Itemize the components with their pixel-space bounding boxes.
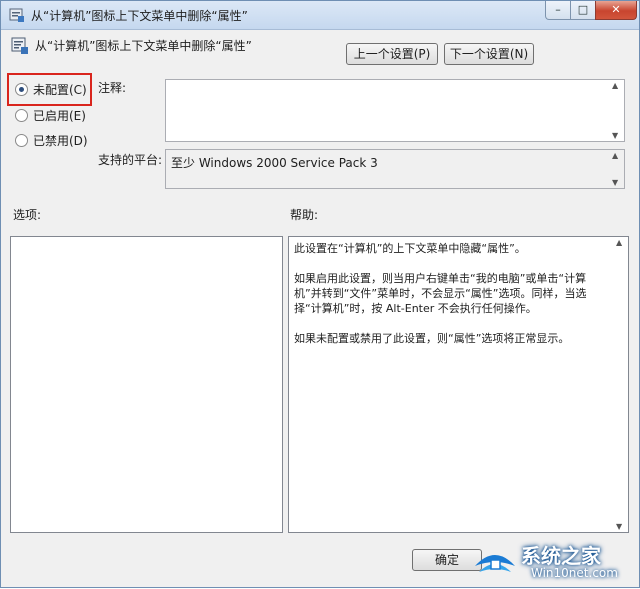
scroll-down-arrow-icon[interactable]: ▼ bbox=[616, 522, 622, 531]
radio-button[interactable] bbox=[15, 83, 28, 96]
maximize-button[interactable]: □ bbox=[570, 1, 596, 20]
radio-button[interactable] bbox=[15, 134, 28, 147]
scrollbar[interactable]: ▲ ▼ bbox=[613, 237, 628, 532]
scroll-up-arrow-icon[interactable]: ▲ bbox=[612, 81, 618, 90]
help-paragraph: 如果未配置或禁用了此设置，则“属性”选项将正常显示。 bbox=[294, 332, 570, 345]
scroll-up-arrow-icon[interactable]: ▲ bbox=[612, 151, 618, 160]
comment-label: 注释: bbox=[98, 81, 127, 95]
scroll-up-arrow-icon[interactable]: ▲ bbox=[616, 238, 622, 247]
scroll-down-arrow-icon[interactable]: ▼ bbox=[612, 131, 618, 140]
watermark-url: Win10net.com bbox=[531, 566, 618, 580]
minimize-button[interactable]: – bbox=[545, 1, 571, 20]
help-paragraph: 如果启用此设置，则当用户右键单击“我的电脑”或单击“计算机”并转到“文件”菜单时… bbox=[294, 272, 587, 315]
window-title: 从“计算机”图标上下文菜单中删除“属性” bbox=[31, 9, 248, 23]
win10net-logo bbox=[475, 555, 515, 572]
scroll-down-arrow-icon[interactable]: ▼ bbox=[612, 178, 618, 187]
radio-label: 已启用(E) bbox=[33, 109, 86, 123]
policy-setting-window: 从“计算机”图标上下文菜单中删除“属性” – □ ✕ 从“计算机”图标上下文菜单… bbox=[0, 0, 640, 588]
next-setting-button[interactable]: 下一个设置(N) bbox=[444, 43, 534, 65]
title-bar[interactable]: 从“计算机”图标上下文菜单中删除“属性” – □ ✕ bbox=[1, 1, 639, 30]
help-panel[interactable]: 此设置在“计算机”的上下文菜单中隐藏“属性”。 如果启用此设置，则当用户右键单击… bbox=[288, 236, 629, 533]
policy-icon bbox=[11, 37, 28, 54]
previous-setting-button[interactable]: 上一个设置(P) bbox=[346, 43, 438, 65]
help-paragraph: 此设置在“计算机”的上下文菜单中隐藏“属性”。 bbox=[294, 242, 526, 255]
scrollbar[interactable]: ▲ ▼ bbox=[609, 80, 624, 141]
radio-not-configured[interactable]: 未配置(C) bbox=[15, 81, 87, 99]
close-button[interactable]: ✕ bbox=[595, 1, 637, 20]
radio-label: 已禁用(D) bbox=[33, 134, 88, 148]
help-label: 帮助: bbox=[290, 208, 319, 222]
radio-label: 未配置(C) bbox=[33, 83, 87, 97]
scrollbar[interactable]: ▲ ▼ bbox=[609, 150, 624, 188]
comment-textarea[interactable]: ▲ ▼ bbox=[165, 79, 625, 142]
watermark: 系统之家 Win10net.com bbox=[471, 532, 640, 589]
help-text: 此设置在“计算机”的上下文菜单中隐藏“属性”。 如果启用此设置，则当用户右键单击… bbox=[294, 241, 609, 361]
radio-enabled[interactable]: 已启用(E) bbox=[15, 107, 86, 125]
options-label: 选项: bbox=[13, 208, 42, 222]
watermark-title: 系统之家 bbox=[521, 544, 601, 568]
radio-button[interactable] bbox=[15, 109, 28, 122]
platform-value: 至少 Windows 2000 Service Pack 3 bbox=[171, 156, 378, 170]
radio-disabled[interactable]: 已禁用(D) bbox=[15, 132, 88, 150]
platform-field: 至少 Windows 2000 Service Pack 3 ▲ ▼ bbox=[165, 149, 625, 189]
setting-title: 从“计算机”图标上下文菜单中删除“属性” bbox=[35, 39, 252, 53]
options-panel[interactable] bbox=[10, 236, 283, 533]
policy-icon bbox=[9, 8, 24, 22]
platform-label: 支持的平台: bbox=[98, 153, 163, 167]
